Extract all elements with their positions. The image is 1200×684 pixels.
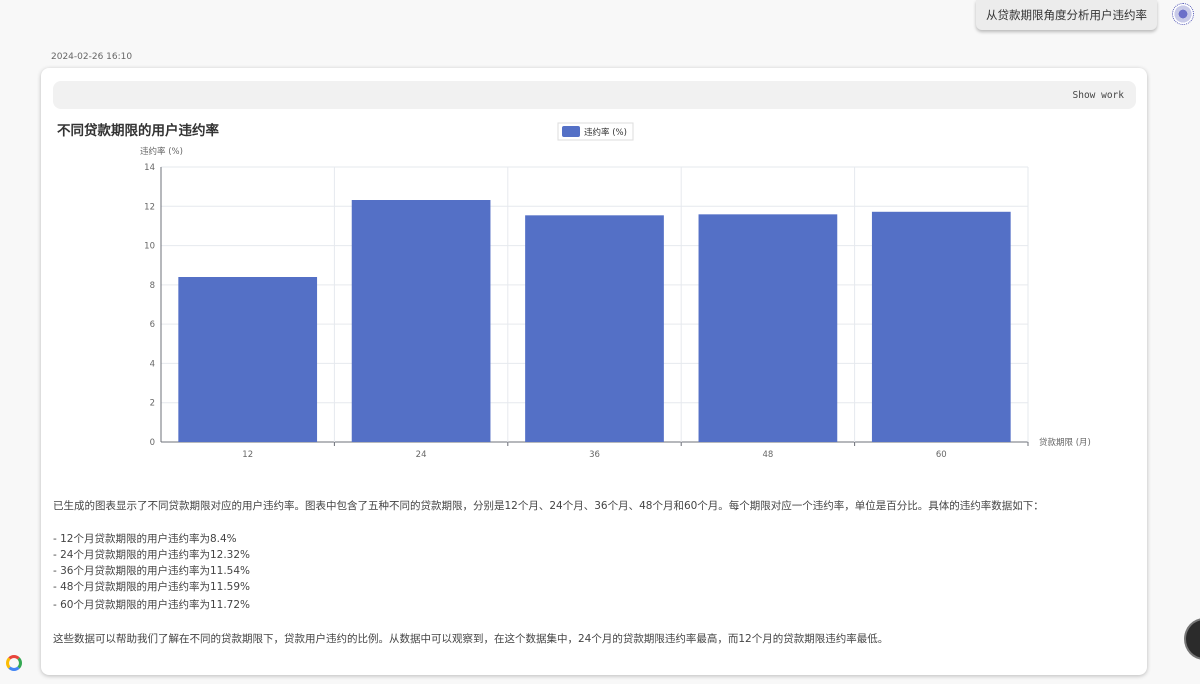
intro-paragraph: 已生成的图表显示了不同贷款期限对应的用户违约率。图表中包含了五种不同的贷款期限，…: [53, 498, 1044, 513]
y-tick-label: 8: [150, 281, 155, 291]
chart-title: 不同贷款期限的用户违约率: [57, 122, 219, 139]
app-logo-icon[interactable]: [6, 655, 22, 671]
query-message-button[interactable]: 从贷款期限角度分析用户违约率: [976, 0, 1157, 30]
user-avatar[interactable]: [1172, 3, 1194, 25]
y-tick-label: 6: [150, 320, 155, 330]
timestamp: 2024-02-26 16:10: [51, 52, 132, 62]
y-tick-label: 12: [144, 202, 155, 212]
bar-60[interactable]: [872, 212, 1011, 442]
bar-12[interactable]: [178, 277, 317, 442]
query-text: 从贷款期限角度分析用户违约率: [986, 7, 1147, 23]
y-tick-label: 10: [144, 242, 155, 252]
list-item: - 60个月贷款期限的用户违约率为11.72%: [53, 597, 250, 612]
bar-24[interactable]: [352, 200, 491, 442]
show-work-button[interactable]: Show work: [53, 81, 1136, 109]
list-item: - 12个月贷款期限的用户违约率为8.4%: [53, 531, 237, 546]
x-tick-label: 24: [416, 450, 427, 460]
conclusion-paragraph: 这些数据可以帮助我们了解在不同的贷款期限下，贷款用户违约的比例。从数据中可以观察…: [53, 631, 888, 646]
x-tick-label: 48: [762, 450, 773, 460]
x-tick-label: 60: [936, 450, 947, 460]
list-item: - 48个月贷款期限的用户违约率为11.59%: [53, 579, 250, 594]
x-tick-label: 36: [589, 450, 600, 460]
y-tick-label: 14: [144, 163, 155, 173]
y-axis-label: 违约率 (%): [140, 146, 183, 157]
legend-swatch: [562, 126, 580, 137]
list-item: - 24个月贷款期限的用户违约率为12.32%: [53, 547, 250, 562]
legend-label: 违约率 (%): [584, 127, 627, 138]
bar-36[interactable]: [525, 215, 664, 442]
x-axis-label: 贷款期限 (月): [1039, 437, 1091, 448]
y-tick-label: 4: [150, 359, 155, 369]
show-work-label: Show work: [1073, 90, 1124, 101]
list-item: - 36个月贷款期限的用户违约率为11.54%: [53, 563, 250, 578]
floating-assistant-button[interactable]: [1184, 618, 1200, 660]
x-tick-label: 12: [242, 450, 253, 460]
response-card: Show work 不同贷款期限的用户违约率 违约率 (%) 违约率 (%) 贷…: [41, 68, 1147, 675]
bar-48[interactable]: [699, 214, 838, 442]
bar-chart: 不同贷款期限的用户违约率 违约率 (%) 违约率 (%) 贷款期限 (月) 0 2…: [41, 108, 1147, 508]
y-tick-label: 0: [150, 438, 155, 448]
legend[interactable]: 违约率 (%): [558, 123, 633, 140]
y-tick-label: 2: [150, 399, 155, 409]
